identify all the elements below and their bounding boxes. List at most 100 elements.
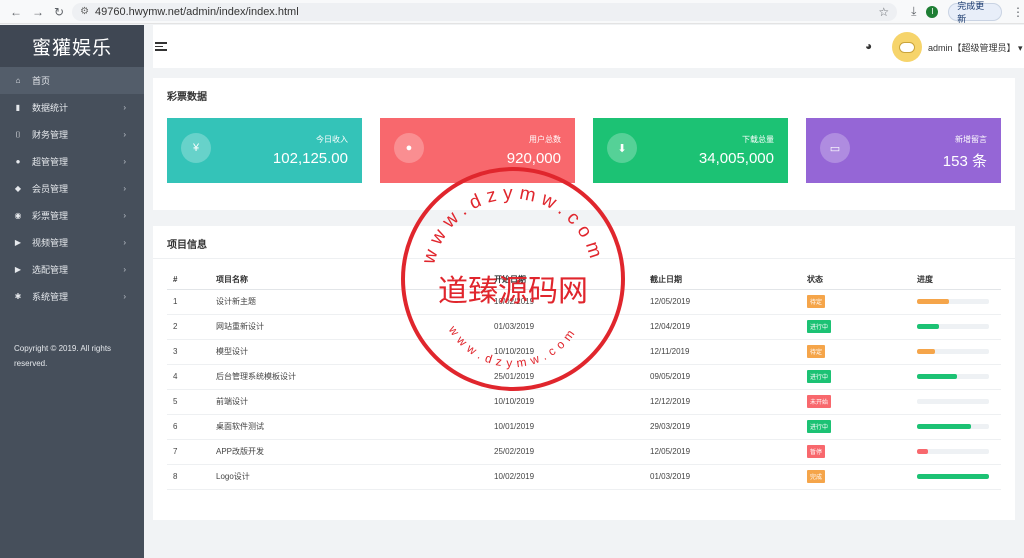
project-number: 3 (167, 339, 216, 365)
table-row: 4 后台管理系统模板设计 25/01/2019 09/05/2019 进行中 (167, 364, 1001, 390)
status-cell: 进行中 (807, 414, 917, 440)
progress-cell (917, 339, 1001, 365)
sidebar-item-0[interactable]: ⌂ 首页 (0, 67, 144, 94)
progress-bar (917, 349, 989, 354)
progress-fill (917, 474, 989, 479)
sidebar-item-7[interactable]: ▶ 选配管理 › (0, 256, 144, 283)
project-number: 4 (167, 364, 216, 390)
table-row: 8 Logo设计 10/02/2019 01/03/2019 完成 (167, 464, 1001, 490)
bookmark-star-icon[interactable]: ☆ (878, 5, 889, 19)
status-cell: 待定 (807, 289, 917, 315)
sidebar-item-8[interactable]: ✱ 系统管理 › (0, 283, 144, 310)
project-number: 1 (167, 289, 216, 315)
end-date: 09/05/2019 (650, 364, 807, 390)
end-date: 12/04/2019 (650, 314, 807, 340)
video-icon: ▶ (14, 238, 22, 247)
project-table: # 项目名称 开始日期 截止日期 状态 进度 1 设计新主题 10/02/2019 1… (167, 271, 1001, 490)
start-date: 25/02/2019 (494, 439, 650, 465)
home-icon: ⌂ (15, 76, 21, 85)
start-date: 10/02/2019 (494, 289, 650, 315)
progress-cell (917, 314, 1001, 340)
sidebar-item-4[interactable]: ◆ 会员管理 › (0, 175, 144, 202)
status-cell: 进行中 (807, 364, 917, 390)
user-name: admin【超级管理员】 (928, 43, 1016, 53)
profile-avatar[interactable]: I (926, 5, 939, 18)
gear-icon: ✱ (14, 292, 22, 301)
table-row: 5 前端设计 10/10/2019 12/12/2019 未开始 (167, 389, 1001, 415)
start-date: 10/02/2019 (494, 464, 650, 490)
more-icon[interactable]: ⋮ (1012, 5, 1024, 19)
status-cell: 完成 (807, 464, 917, 490)
end-date: 12/05/2019 (650, 289, 807, 315)
sidebar-scroll-track (144, 25, 153, 558)
end-date: 29/03/2019 (650, 414, 807, 440)
column-header: # (167, 271, 216, 290)
table-header-row: # 项目名称 开始日期 截止日期 状态 进度 (167, 271, 1001, 290)
sidebar-item-5[interactable]: ◉ 彩票管理 › (0, 202, 144, 229)
sidebar-item-1[interactable]: ▮ 数据统计 › (0, 94, 144, 121)
avatar[interactable] (892, 32, 922, 62)
progress-cell (917, 464, 1001, 490)
project-name: 设计新主题 (216, 289, 494, 315)
stat-value: 102,125.00 (272, 150, 348, 167)
message-icon: ▭ (820, 133, 850, 163)
reload-icon[interactable]: ↻ (54, 5, 64, 19)
download-icon[interactable]: ⤓ (911, 4, 916, 19)
site-settings-icon[interactable]: ⚙ (80, 6, 89, 17)
sidebar-item-6[interactable]: ▶ 视频管理 › (0, 229, 144, 256)
palette-icon[interactable]: ◕ (865, 39, 872, 53)
sidebar-item-label: 系统管理 (32, 292, 69, 302)
download-icon: ⬇ (607, 133, 637, 163)
progress-cell (917, 389, 1001, 415)
status-badge: 待定 (807, 345, 826, 358)
progress-bar (917, 424, 989, 429)
forward-icon[interactable]: → (32, 5, 44, 19)
stat-value: 34,005,000 (698, 150, 774, 167)
chevron-right-icon: › (123, 130, 126, 139)
user-icon: ● (15, 157, 21, 166)
sidebar-item-label: 数据统计 (32, 103, 69, 113)
sidebar-item-2[interactable]: ⌷ 财务管理 › (0, 121, 144, 148)
project-name: Logo设计 (216, 464, 494, 490)
column-header: 开始日期 (494, 271, 650, 290)
sidebar-item-label: 会员管理 (32, 184, 69, 194)
users-icon: ◆ (14, 184, 22, 193)
sidebar-item-label: 超管管理 (32, 157, 69, 167)
project-name: 桌面软件测试 (216, 414, 494, 440)
project-number: 5 (167, 389, 216, 415)
start-date: 10/01/2019 (494, 414, 650, 440)
menu-toggle-icon[interactable] (155, 42, 167, 51)
start-date: 10/10/2019 (494, 389, 650, 415)
project-info-panel: 项目信息 # 项目名称 开始日期 截止日期 状态 进度 1 设计新主题 10/02/… (153, 226, 1015, 520)
start-date: 10/10/2019 (494, 339, 650, 365)
status-badge: 进行中 (807, 370, 832, 383)
status-badge: 进行中 (807, 320, 832, 333)
progress-fill (917, 424, 971, 429)
stat-card-downloads: ⬇ 下载总量 34,005,000 (593, 118, 788, 183)
user-menu[interactable]: admin【超级管理员】 ▾ (928, 41, 1023, 54)
progress-bar (917, 399, 989, 404)
user-icon: ● (394, 133, 424, 163)
progress-cell (917, 364, 1001, 390)
project-name: 网站重新设计 (216, 314, 494, 340)
sidebar-item-3[interactable]: ● 超管管理 › (0, 148, 144, 175)
chevron-right-icon: › (123, 238, 126, 247)
sidebar-item-label: 视频管理 (32, 238, 69, 248)
panel-title: 项目信息 (167, 240, 207, 251)
project-number: 8 (167, 464, 216, 490)
update-button[interactable]: 完成更新 (948, 1, 1002, 24)
top-header: ◕ admin【超级管理员】 ▾ (153, 25, 1024, 68)
project-number: 7 (167, 439, 216, 465)
start-date: 01/03/2019 (494, 314, 650, 340)
project-name: APP改版开发 (216, 439, 494, 465)
status-cell: 待定 (807, 339, 917, 365)
column-header: 进度 (917, 271, 1001, 290)
lottery-data-panel: 彩票数据 ¥ 今日收入 102,125.00 ● 用户总数 920,000 ⬇ … (153, 78, 1015, 210)
status-badge: 进行中 (807, 420, 832, 433)
video-camera-icon: ▶ (14, 265, 22, 274)
address-bar[interactable]: ⚙ 49760.hwymw.net/admin/index/index.html… (72, 2, 898, 21)
chevron-right-icon: › (123, 157, 126, 166)
back-icon[interactable]: ← (10, 5, 22, 19)
progress-bar (917, 324, 989, 329)
brand-logo[interactable]: 蜜獾娱乐 (0, 25, 144, 67)
